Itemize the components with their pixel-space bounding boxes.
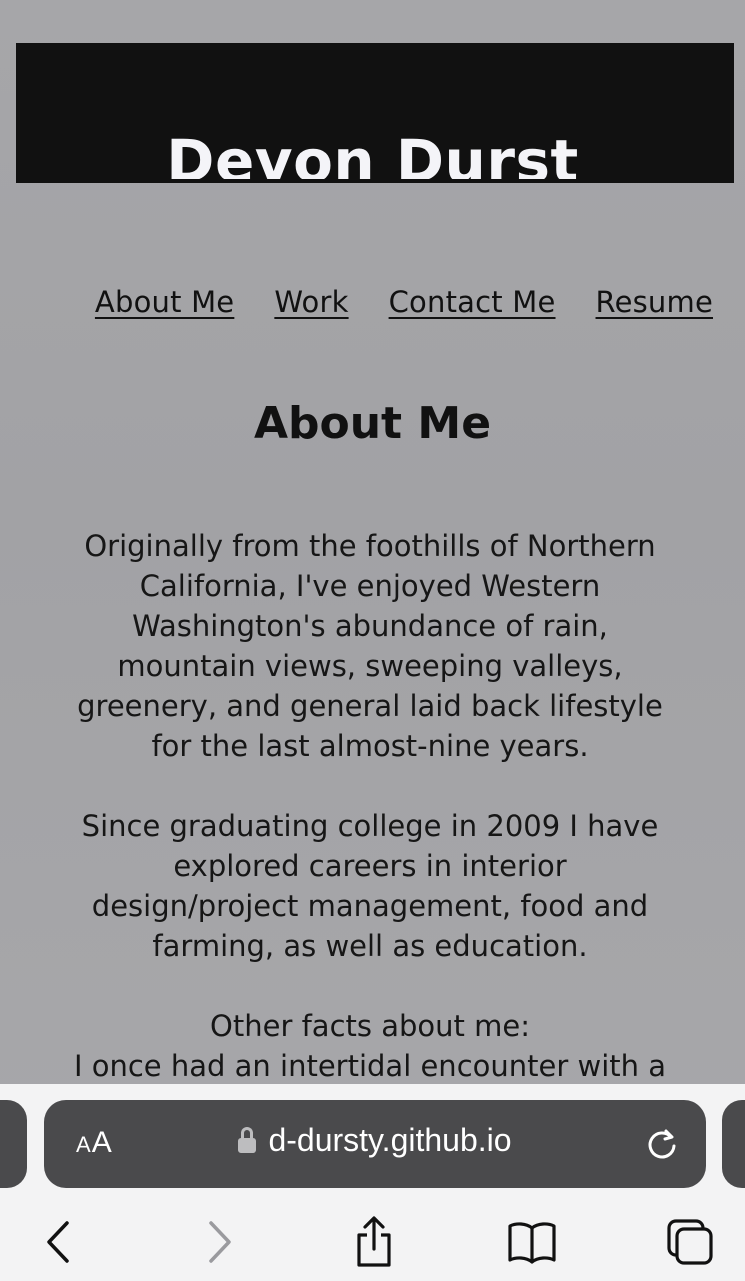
reload-icon[interactable] [644,1126,680,1162]
back-icon [47,1221,69,1263]
share-icon [357,1216,391,1267]
previous-tab-preview[interactable] [0,1100,27,1188]
header-banner: Devon Durst [16,43,734,183]
back-button[interactable] [28,1212,88,1272]
bookmarks-icon [508,1222,556,1264]
lock-icon [238,1127,257,1153]
nav-link-contact-me[interactable]: Contact Me [389,285,556,319]
forward-icon [209,1221,231,1263]
browser-toolbar: AA d-dursty.github.io [0,1084,745,1281]
next-tab-preview[interactable] [722,1100,745,1188]
forward-button[interactable] [190,1212,250,1272]
tabs-icon [667,1219,713,1265]
nav-link-about-me[interactable]: About Me [95,285,234,319]
share-button[interactable] [344,1212,404,1272]
paragraph-origin: Originally from the foothills of Norther… [77,529,663,763]
about-content: Originally from the foothills of Norther… [70,526,670,1086]
nav-link-resume[interactable]: Resume [596,285,713,319]
url-display[interactable]: d-dursty.github.io [44,1122,706,1159]
address-bar[interactable]: AA d-dursty.github.io [44,1100,706,1188]
paragraph-fact-1: I once had an intertidal encounter with … [73,1049,667,1083]
paragraph-facts-heading: Other facts about me: [210,1009,530,1043]
url-text: d-dursty.github.io [268,1122,512,1158]
main-nav: About Me Work Contact Me Resume [0,285,745,319]
section-title: About Me [253,398,492,449]
nav-link-work[interactable]: Work [274,285,348,319]
site-title: Devon Durst [166,127,579,183]
tabs-button[interactable] [660,1212,720,1272]
bookmarks-button[interactable] [502,1212,562,1272]
paragraph-careers: Since graduating college in 2009 I have … [81,809,659,963]
